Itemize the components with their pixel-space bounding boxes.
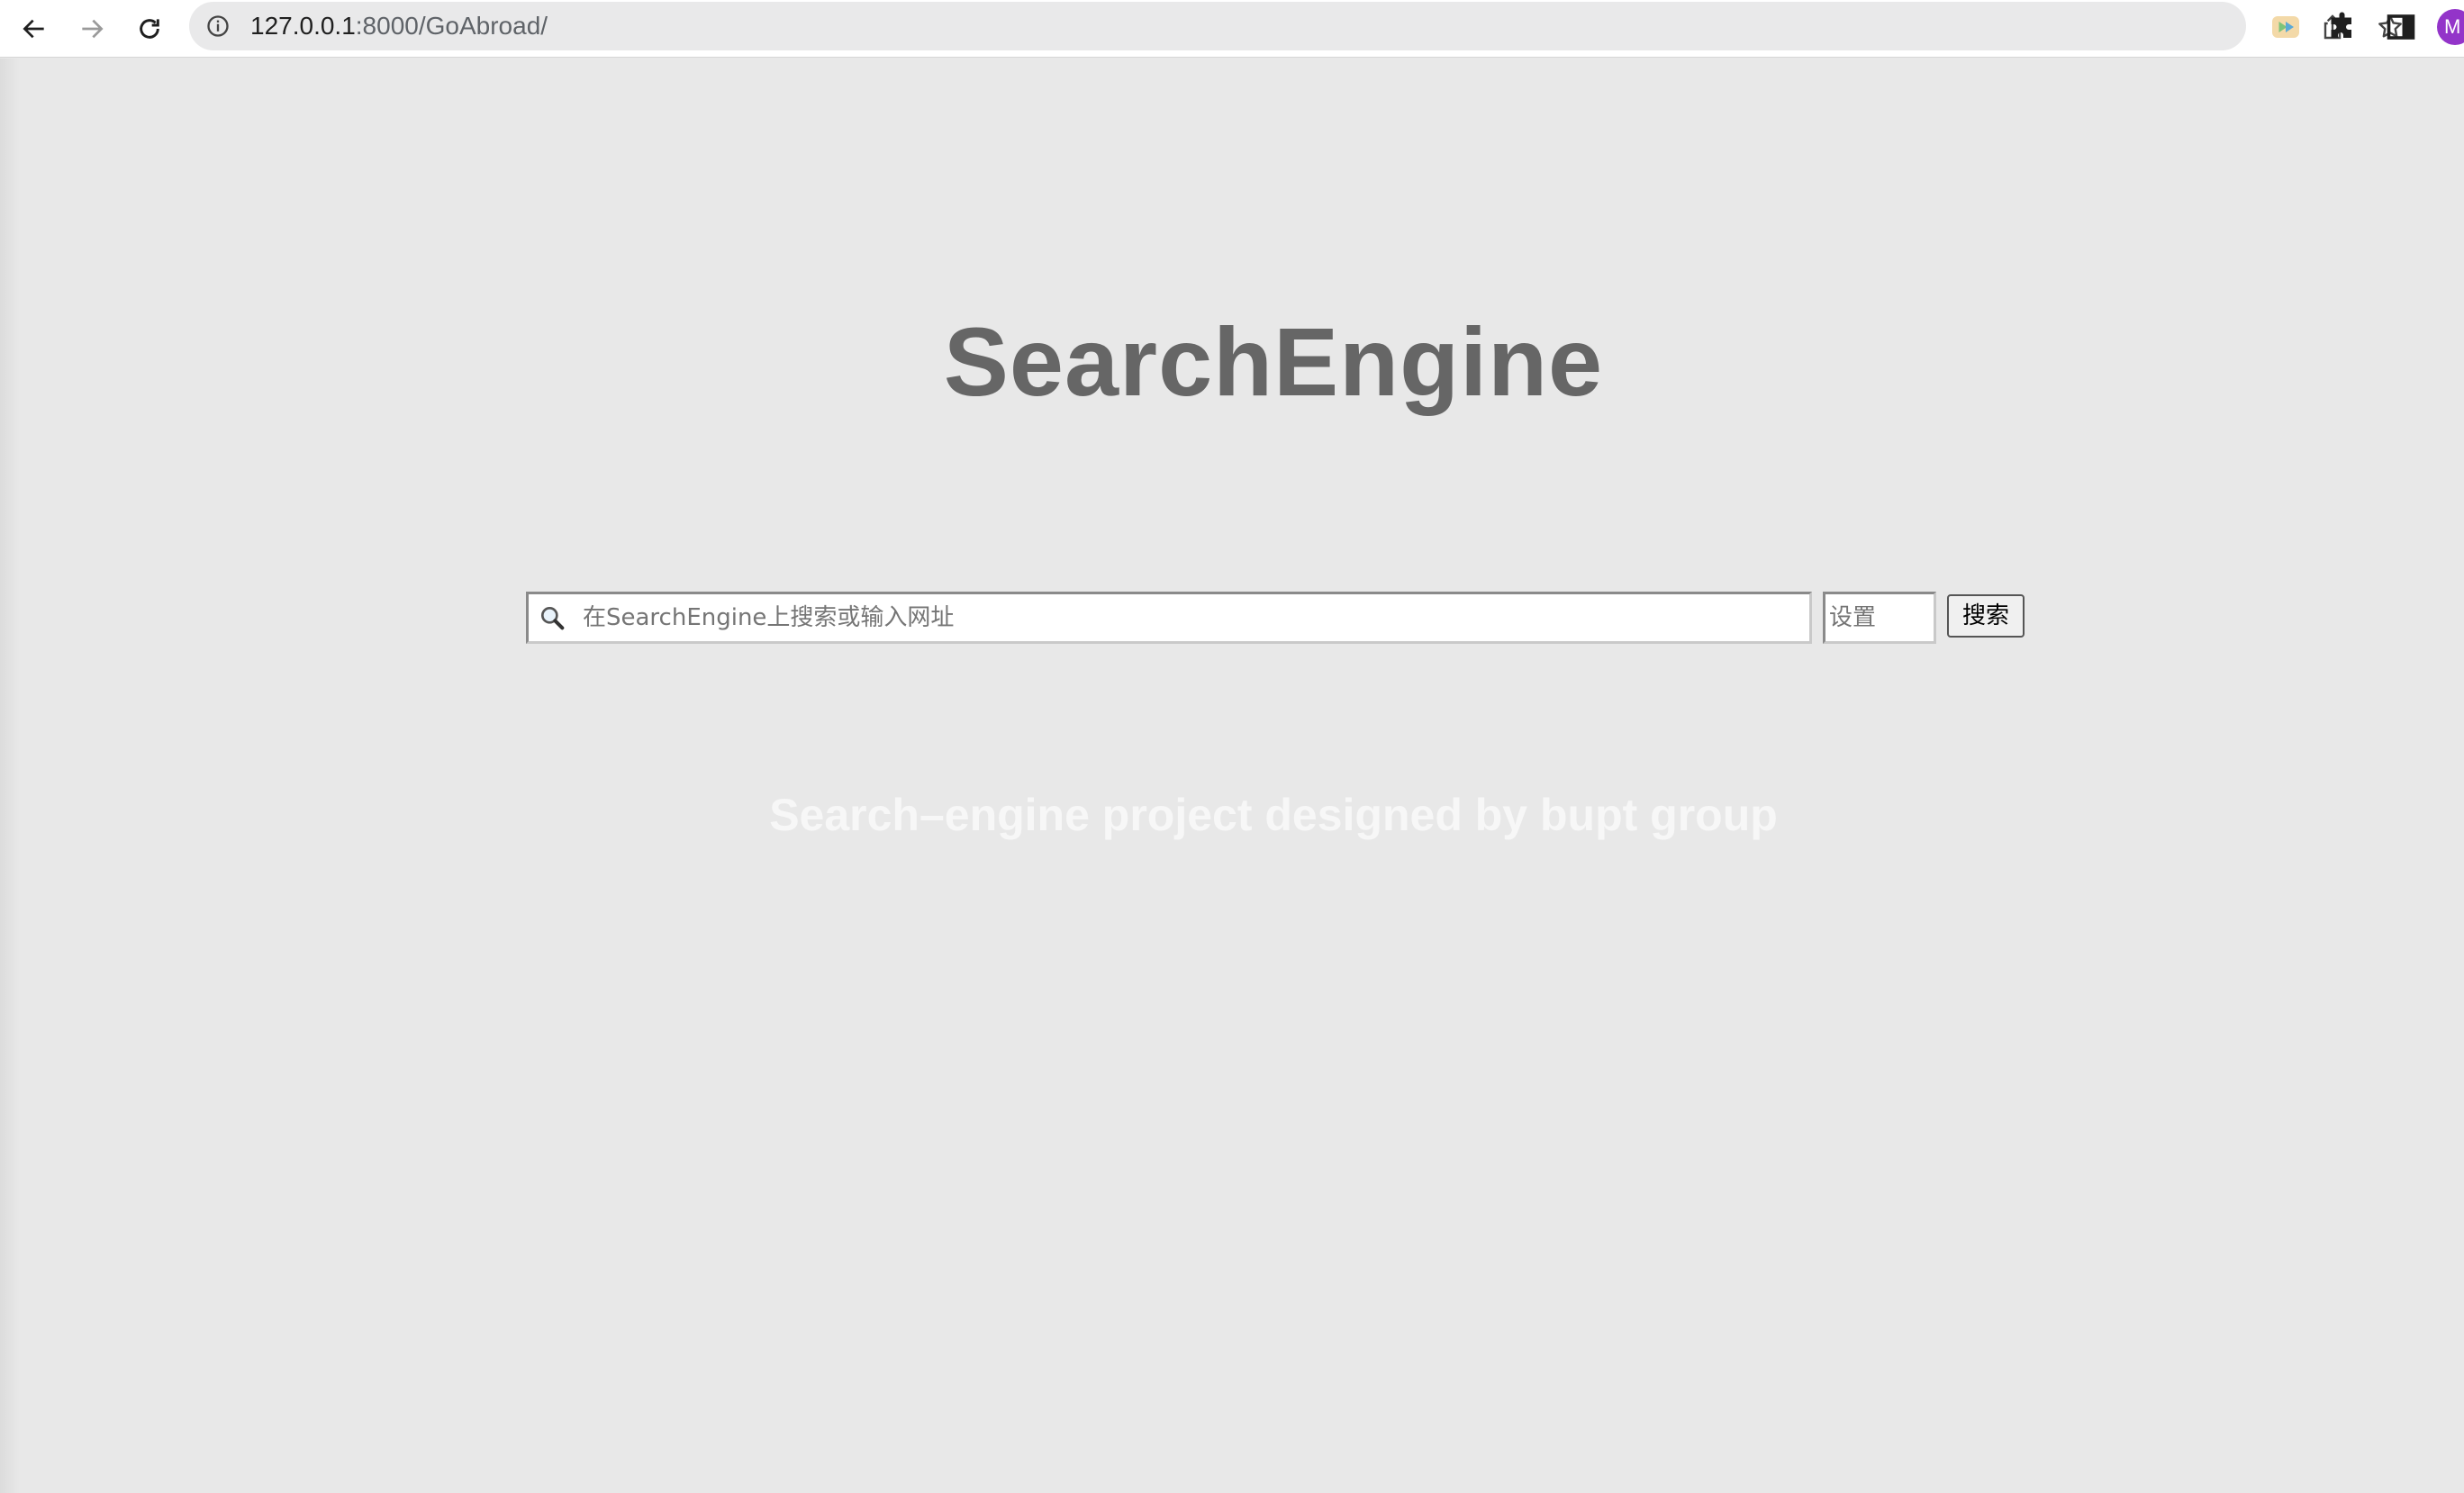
page-title: SearchEngine	[943, 307, 1604, 416]
extensions-button[interactable]	[2327, 11, 2360, 43]
forward-button[interactable]	[68, 5, 115, 52]
settings-input[interactable]	[1823, 592, 1936, 644]
puzzle-icon	[2331, 12, 2351, 38]
side-panel-button[interactable]	[2385, 11, 2417, 43]
back-button[interactable]	[11, 5, 58, 52]
profile-avatar[interactable]: M	[2437, 9, 2464, 45]
tagline: Search–engine project designed by bupt g…	[769, 790, 1778, 840]
url-text[interactable]: 127.0.0.1:8000/GoAbroad/	[250, 12, 548, 41]
info-icon	[207, 15, 229, 37]
site-info-button[interactable]	[205, 14, 231, 39]
search-button[interactable]: 搜索	[1947, 594, 2025, 638]
reload-button[interactable]	[126, 5, 173, 52]
page-viewport: SearchEngine 搜索 Search–engine project de…	[0, 59, 2464, 1493]
address-bar[interactable]: 127.0.0.1:8000/GoAbroad/	[189, 2, 2402, 50]
forward-arrow-icon	[82, 19, 104, 39]
viewport-edge-shadow	[0, 59, 20, 1493]
url-host: 127.0.0.1	[250, 12, 356, 40]
media-extension-icon	[2272, 16, 2299, 38]
back-arrow-icon	[23, 19, 44, 39]
search-input[interactable]	[583, 594, 1807, 641]
browser-toolbar: 127.0.0.1:8000/GoAbroad/ M	[0, 0, 2464, 58]
url-path: :8000/GoAbroad/	[355, 12, 548, 40]
media-extension-button[interactable]	[2269, 11, 2302, 43]
reload-icon	[140, 19, 159, 39]
avatar-initial: M	[2444, 15, 2461, 38]
search-icon	[538, 603, 566, 632]
side-panel-icon	[2387, 14, 2415, 40]
search-box[interactable]	[526, 592, 1812, 644]
